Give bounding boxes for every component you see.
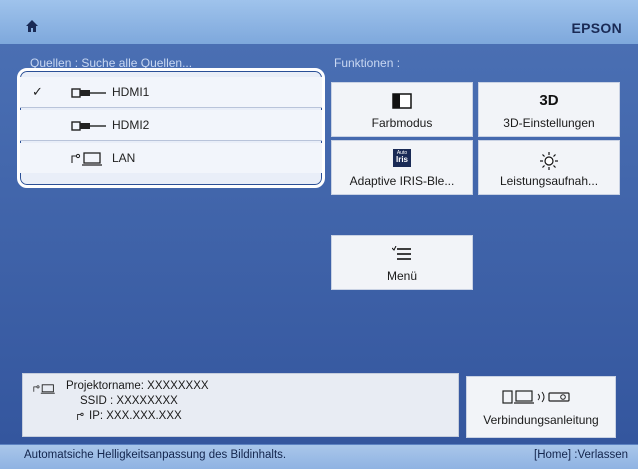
tile-label: Leistungsaufnah... [499,174,599,188]
source-item-hdmi2[interactable]: HDMI2 [20,110,322,141]
color-mode-icon [392,93,412,109]
hdmi-connector-icon [71,121,106,131]
tile-label: Adaptive IRIS-Ble... [349,174,455,188]
tile-power-consumption[interactable]: Leistungsaufnah... [478,140,620,195]
status-bar: Automatsiche Helligkeitsanpassung des Bi… [0,444,638,469]
tile-label: Farbmodus [371,116,433,130]
network-icon [77,412,84,420]
tile-label: 3D-Einstellungen [503,116,595,130]
ssid-value: SSID : XXXXXXXX [80,395,178,407]
tile-menu[interactable]: Menü [331,235,473,290]
tile-3d-settings[interactable]: 3D 3D-Einstellungen [478,82,620,137]
tile-adaptive-iris[interactable]: Auto Iris Adaptive IRIS-Ble... [331,140,473,195]
lan-computer-icon [33,384,55,394]
hdmi-connector-icon [71,88,106,98]
lan-computer-icon [71,152,102,166]
projector-home-screen: EPSON Quellen : Suche alle Quellen... Fu… [0,0,638,469]
ip-address: IP: XXX.XXX.XXX [89,410,182,422]
connection-guide-button[interactable]: Verbindungsanleitung [466,376,616,438]
tile-label: Menü [386,269,418,283]
source-item-lan[interactable]: LAN [20,143,322,173]
functions-label: Funktionen : [334,56,401,70]
tile-color-mode[interactable]: Farbmodus [331,82,473,137]
brand-logo: EPSON [571,20,622,36]
projector-info-panel: Projektorname: XXXXXXXX SSID : XXXXXXXX … [22,373,459,437]
home-icon[interactable] [26,20,38,32]
exit-hint: [Home] :Verlassen [534,449,628,461]
projector-name: Projektorname: XXXXXXXX [66,380,209,392]
menu-list-icon [392,246,411,260]
selected-check-icon: ✓ [32,84,43,99]
source-list: ✓ HDMI1 HDMI2 LAN [17,68,325,188]
source-label: HDMI2 [112,118,150,132]
source-label: LAN [112,151,136,165]
title-bar: EPSON [0,0,638,45]
tile-label: Verbindungsanleitung [483,413,599,427]
brightness-sun-icon [540,152,558,170]
auto-iris-icon: Auto Iris [393,149,411,167]
status-message: Automatsiche Helligkeitsanpassung des Bi… [24,449,287,461]
3d-icon: 3D [539,92,559,109]
connection-guide-icon [502,390,570,404]
source-label: HDMI1 [112,85,150,99]
source-item-hdmi1[interactable]: ✓ HDMI1 [20,77,322,108]
